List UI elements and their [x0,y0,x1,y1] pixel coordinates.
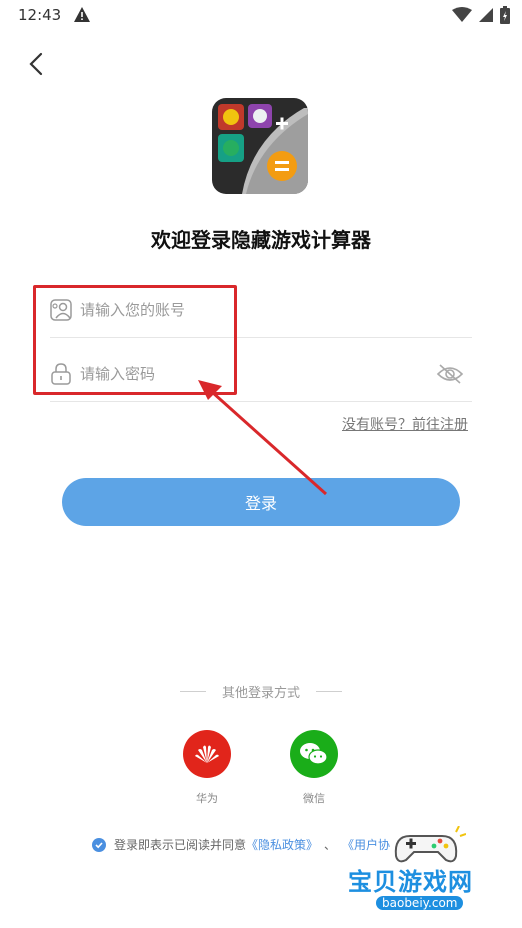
register-link[interactable]: 没有账号？前往注册 [342,414,468,434]
wechat-label: 微信 [303,792,325,805]
checkbox-checked-icon[interactable] [92,837,106,852]
highlight-box [33,285,237,395]
watermark-url: baobeiy.com [376,896,464,910]
status-time: 12:43 [18,6,62,24]
other-login-label: 其他登录方式 [221,686,300,701]
wechat-icon [290,730,338,778]
signal-icon [478,7,494,27]
app-logo [212,98,308,194]
status-bar: 12:43 [0,0,522,32]
huawei-login-button[interactable]: 华为 [172,730,242,806]
status-icons [452,6,510,28]
watermark-title: 宝贝游戏网 [348,868,473,896]
wechat-login-button[interactable]: 微信 [279,730,349,806]
battery-icon [500,6,510,28]
chevron-left-icon [29,52,43,76]
back-button[interactable] [20,48,52,80]
other-login-divider: 其他登录方式 [0,682,522,701]
watermark: 宝贝游戏网 baobeiy.com [338,826,498,920]
divider-line [316,691,342,692]
login-button[interactable]: 登录 [62,478,460,526]
warning-icon [73,6,91,28]
huawei-label: 华为 [196,792,218,805]
privacy-policy-link[interactable]: 《隐私政策》 [246,836,318,853]
gamepad-icon [394,826,466,863]
wifi-icon [452,7,472,27]
page-title: 欢迎登录隐藏游戏计算器 [151,228,371,252]
agreement-separator: 、 [324,838,337,852]
huawei-icon [183,730,231,778]
divider-line [179,691,206,692]
eye-off-icon[interactable] [436,362,464,386]
agreement-prefix: 登录即表示已阅读并同意 [114,838,247,852]
